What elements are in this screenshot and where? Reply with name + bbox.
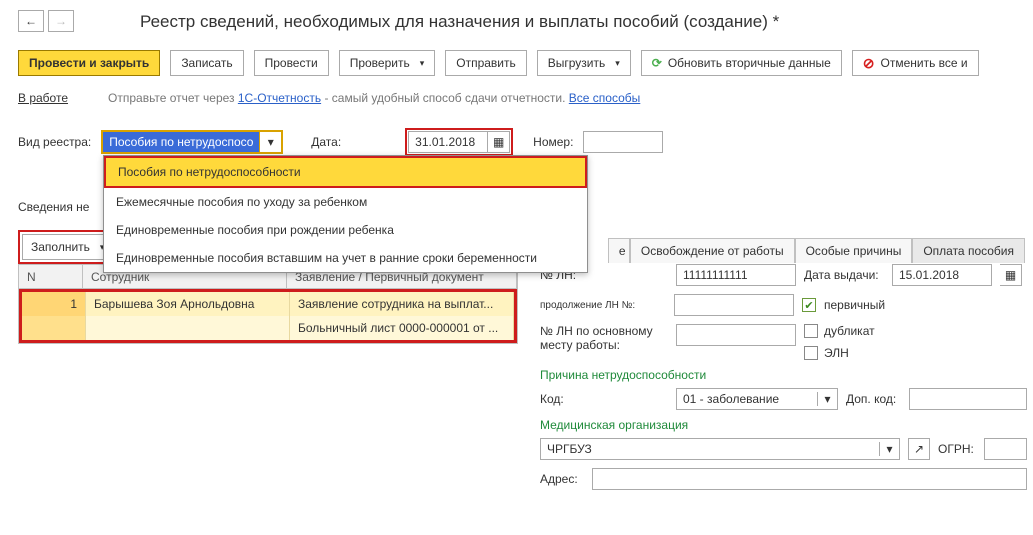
proverit-button[interactable]: Проверить (339, 50, 436, 76)
vygruzit-button[interactable]: Выгрузить (537, 50, 631, 76)
nomer-input[interactable] (583, 131, 663, 153)
tab-special-reasons[interactable]: Особые причины (795, 238, 913, 263)
provesti-close-button[interactable]: Провести и закрыть (18, 50, 160, 76)
med-section-header: Медицинская организация (540, 418, 1027, 432)
link-all-methods[interactable]: Все способы (569, 91, 641, 105)
vid-reestra-value: Пособия по нетрудоспосо (103, 132, 259, 152)
hint-suffix: - самый удобный способ сдачи отчетности. (321, 91, 569, 105)
date-issue-label: Дата выдачи: (804, 268, 884, 282)
continuation-input[interactable] (674, 294, 794, 316)
tab-payment[interactable]: Оплата пособия (912, 238, 1025, 263)
provesti-button[interactable]: Провести (254, 50, 329, 76)
date-issue-input[interactable]: 15.01.2018 (892, 264, 992, 286)
refresh-button[interactable]: ⟳ Обновить вторичные данные (641, 50, 842, 76)
cell-n: 1 (22, 292, 86, 316)
primary-checkbox[interactable]: ✔ (802, 298, 816, 312)
dropdown-item-childcare[interactable]: Ежемесячные пособия по уходу за ребенком (104, 188, 587, 216)
dropdown-item-early-pregnancy[interactable]: Единовременные пособия вставшим на учет … (104, 244, 587, 272)
code-value: 01 - заболевание (677, 392, 817, 406)
addr-label: Адрес: (540, 472, 584, 486)
date-label: Дата: (311, 135, 341, 149)
chevron-down-icon[interactable]: ▾ (817, 392, 837, 406)
duplicate-label: дубликат (824, 324, 875, 338)
vid-reestra-select[interactable]: Пособия по нетрудоспосо ▾ (101, 130, 283, 154)
eln-label: ЭЛН (824, 346, 849, 360)
dop-code-label: Доп. код: (846, 392, 901, 406)
addr-input[interactable] (592, 468, 1027, 490)
vid-reestra-dropdown: Пособия по нетрудоспособности Ежемесячны… (103, 155, 588, 273)
dropdown-item-birth[interactable]: Единовременные пособия при рождении ребе… (104, 216, 587, 244)
ogrn-input[interactable] (984, 438, 1027, 460)
ln-main-input[interactable] (676, 324, 796, 346)
cancel-all-button[interactable]: ⊘ Отменить все и (852, 50, 979, 76)
tab-release-from-work[interactable]: Освобождение от работы (630, 238, 795, 263)
cell-n (22, 316, 86, 340)
date-input[interactable]: 31.01.2018 (408, 131, 488, 153)
nomer-label: Номер: (533, 135, 573, 149)
ln-main-label2: месту работы: (540, 338, 668, 352)
cell-employee: Барышева Зоя Арнольдовна (86, 292, 290, 316)
tab-fragment[interactable]: е (608, 238, 630, 263)
cancel-icon: ⊘ (863, 55, 875, 72)
cell-doc: Заявление сотрудника на выплат... (290, 292, 514, 316)
chevron-down-icon[interactable]: ▾ (259, 132, 281, 152)
open-external-icon[interactable]: ↗ (908, 438, 930, 460)
tab-svedeniya[interactable]: Сведения не (18, 200, 89, 214)
cell-employee (86, 316, 290, 340)
refresh-label: Обновить вторичные данные (668, 56, 831, 70)
continuation-label: продолжение ЛН №: (540, 300, 666, 311)
status-in-work: В работе (18, 91, 68, 105)
status-hint: Отправьте отчет через 1С-Отчетность - са… (108, 91, 640, 105)
primary-label: первичный (824, 298, 885, 312)
cell-doc: Больничный лист 0000-000001 от ... (290, 316, 514, 340)
employees-grid: N Сотрудник Заявление / Первичный докуме… (18, 264, 518, 344)
table-row[interactable]: Больничный лист 0000-000001 от ... (22, 316, 514, 340)
refresh-icon: ⟳ (652, 56, 662, 70)
dop-code-select[interactable] (909, 388, 1027, 410)
ogrn-label: ОГРН: (938, 442, 976, 456)
reason-section-header: Причина нетрудоспособности (540, 368, 1027, 382)
dropdown-item-disability[interactable]: Пособия по нетрудоспособности (106, 158, 585, 186)
vid-reestra-label: Вид реестра: (18, 135, 91, 149)
nav-back-button[interactable]: ← (18, 10, 44, 32)
calendar-icon[interactable]: ▦ (1000, 264, 1022, 286)
code-label: Код: (540, 392, 580, 406)
table-row[interactable]: 1 Барышева Зоя Арнольдовна Заявление сот… (22, 292, 514, 316)
zapolnit-button[interactable]: Заполнить (22, 234, 113, 260)
med-org-select[interactable]: ЧРГБУЗ ▾ (540, 438, 900, 460)
duplicate-checkbox[interactable]: ✔ (804, 324, 818, 338)
grid-header-n[interactable]: N (19, 265, 83, 288)
chevron-down-icon[interactable]: ▾ (879, 442, 899, 456)
zapisat-button[interactable]: Записать (170, 50, 243, 76)
eln-checkbox[interactable]: ✔ (804, 346, 818, 360)
nav-forward-button[interactable]: → (48, 10, 74, 32)
right-form-panel: № ЛН: 11111111111 Дата выдачи: 15.01.201… (540, 264, 1027, 498)
code-select[interactable]: 01 - заболевание ▾ (676, 388, 838, 410)
link-1c-otchetnost[interactable]: 1С-Отчетность (238, 91, 321, 105)
otpravit-button[interactable]: Отправить (445, 50, 527, 76)
tab-svedeniya-label: Сведения не (18, 200, 89, 214)
hint-prefix: Отправьте отчет через (108, 91, 238, 105)
ln-number-input[interactable]: 11111111111 (676, 264, 796, 286)
ln-main-label1: № ЛН по основному (540, 324, 668, 338)
med-org-value: ЧРГБУЗ (541, 442, 879, 456)
calendar-icon[interactable]: ▦ (488, 131, 510, 153)
cancel-all-label: Отменить все и (881, 56, 968, 70)
page-title: Реестр сведений, необходимых для назначе… (140, 12, 779, 32)
